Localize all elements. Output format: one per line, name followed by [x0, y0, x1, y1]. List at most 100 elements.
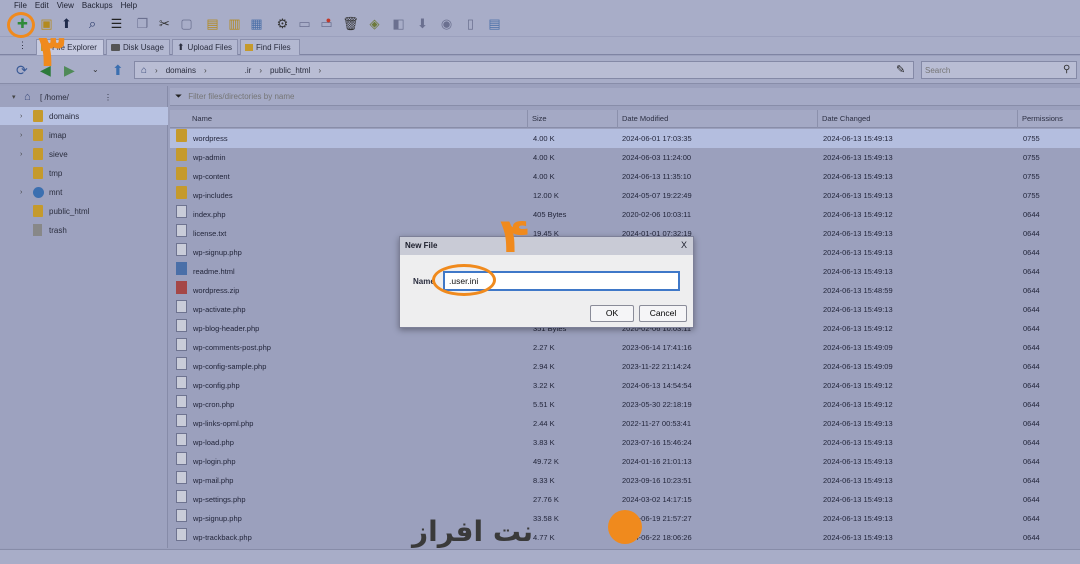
menu-bar: File Edit View Backups Help — [0, 0, 1080, 12]
table-row[interactable]: wp-content 4.00 K 2024-06-13 11:35:10 2024-… — [170, 167, 1080, 186]
menu-edit[interactable]: Edit — [35, 0, 49, 12]
move-icon[interactable]: ▤ — [204, 15, 221, 32]
menu-help[interactable]: Help — [121, 0, 137, 12]
table-row[interactable]: wordpress 4.00 K 2024-06-01 17:03:35 2024-0… — [170, 129, 1080, 148]
logo-planet-icon — [608, 510, 642, 544]
tree-item-imap[interactable]: › imap — [0, 126, 168, 144]
file-date-changed: 2024-06-13 15:49:13 — [823, 153, 893, 162]
tree-item-trash[interactable]: trash — [0, 221, 168, 239]
download-icon[interactable]: ⬇ — [414, 15, 431, 32]
file-name: wp-admin — [193, 153, 226, 162]
view-file-icon[interactable]: ◉ — [438, 15, 455, 32]
file-date-modified: 2024-06-13 11:35:10 — [622, 172, 692, 181]
search-icon[interactable]: ⚲ — [1063, 64, 1070, 75]
file-date-modified: 2024-03-02 14:17:15 — [622, 495, 692, 504]
breadcrumb-segment[interactable]: public_html — [270, 66, 310, 75]
table-row[interactable]: wp-links-opml.php 2.44 K 2022-11-27 00:53:… — [170, 414, 1080, 433]
column-permissions[interactable]: Permissions — [1017, 110, 1063, 128]
table-row[interactable]: wp-comments-post.php 2.27 K 2023-06-14 17:… — [170, 338, 1080, 357]
filter-input[interactable] — [188, 92, 489, 101]
history-dropdown-icon[interactable]: ⌄ — [92, 62, 99, 78]
column-date-modified[interactable]: Date Modified — [617, 110, 668, 128]
tree-item-tmp[interactable]: tmp — [0, 164, 168, 182]
menu-backups[interactable]: Backups — [82, 0, 113, 12]
breadcrumb[interactable]: ⌂ › domains › .ir › public_html › — [134, 61, 914, 79]
permissions-icon[interactable]: ⚙ — [274, 15, 291, 32]
file-icon — [176, 528, 187, 541]
search-input[interactable] — [921, 61, 1077, 79]
trash-icon[interactable]: 🗑 — [342, 15, 359, 32]
ok-button[interactable]: OK — [590, 305, 634, 322]
extract-icon[interactable]: ◈ — [366, 15, 383, 32]
table-row[interactable]: wp-admin 4.00 K 2024-06-03 11:24:00 2024-06… — [170, 148, 1080, 167]
rename-icon[interactable]: ▦ — [248, 15, 265, 32]
expand-icon[interactable]: › — [20, 113, 22, 120]
file-size: 2.94 K — [533, 362, 555, 371]
breadcrumb-segment[interactable]: domains — [166, 66, 196, 75]
reload-list-icon[interactable]: ▤ — [486, 15, 503, 32]
file-permissions: 0644 — [1023, 495, 1040, 504]
view-icon[interactable]: ⌕ — [84, 15, 101, 32]
menu-view[interactable]: View — [57, 0, 74, 12]
tree-item-sieve[interactable]: › sieve — [0, 145, 168, 163]
filter-bar: ⏷ — [170, 88, 1080, 106]
table-row[interactable]: wp-config-sample.php 2.94 K 2023-11-22 21:… — [170, 357, 1080, 376]
tab-upload-files[interactable]: ⬆ Upload Files — [172, 39, 238, 55]
paste-icon[interactable]: ▢ — [178, 15, 195, 32]
select-all-icon[interactable]: ☰ — [108, 15, 125, 32]
copy-folder-icon[interactable]: ▥ — [226, 15, 243, 32]
file-icon — [176, 433, 187, 446]
table-row[interactable]: wp-login.php 49.72 K 2024-01-16 21:01:13 20… — [170, 452, 1080, 471]
home-icon: ⌂ — [24, 91, 31, 103]
column-date-changed[interactable]: Date Changed — [817, 110, 870, 128]
table-row[interactable]: wp-config.php 3.22 K 2024-06-13 14:54:54 20… — [170, 376, 1080, 395]
table-row[interactable]: wp-cron.php 5.51 K 2023-05-30 22:18:19 2024… — [170, 395, 1080, 414]
tree-item-public-html[interactable]: public_html — [0, 202, 168, 220]
tab-bar: ⋮ File Explorer Disk Usage ⬆ Upload File… — [0, 37, 1080, 55]
restore-icon[interactable]: ▯ — [462, 15, 479, 32]
table-row[interactable]: wp-settings.php 27.76 K 2024-03-02 14:17:1… — [170, 490, 1080, 509]
folder-icon — [33, 129, 43, 141]
tree-item-label: tmp — [49, 168, 63, 178]
table-row[interactable]: wp-load.php 3.83 K 2023-07-16 15:46:24 2024… — [170, 433, 1080, 452]
more-icon[interactable]: ⋮ — [104, 93, 112, 102]
up-folder-icon[interactable]: ⬆ — [112, 62, 124, 78]
file-date-changed: 2024-06-13 15:49:12 — [823, 381, 893, 390]
column-size[interactable]: Size — [527, 110, 547, 128]
cut-icon[interactable]: ✂ — [156, 15, 173, 32]
refresh-icon[interactable]: ⟳ — [16, 62, 28, 78]
folder-icon — [176, 167, 187, 180]
breadcrumb-segment[interactable]: .ir — [245, 66, 252, 75]
expand-icon[interactable]: › — [20, 151, 22, 158]
tree-root[interactable]: ▾ ⌂ [ /home/ ⋮ — [0, 88, 168, 106]
file-date-modified: 2024-06-13 14:54:54 — [622, 381, 692, 390]
table-row[interactable]: wp-mail.php 8.33 K 2023-09-16 10:23:51 2024… — [170, 471, 1080, 490]
edit-path-icon[interactable]: ✎ — [896, 63, 905, 76]
expand-icon[interactable]: › — [20, 132, 22, 139]
globe-icon — [33, 186, 44, 198]
file-size: 8.33 K — [533, 476, 555, 485]
tree-item-mnt[interactable]: › mnt — [0, 183, 168, 201]
cancel-button[interactable]: Cancel — [639, 305, 687, 322]
column-name[interactable]: Name — [188, 110, 212, 128]
more-options-icon[interactable]: ⋮ — [18, 40, 27, 51]
folder-icon — [33, 205, 43, 217]
compress-icon[interactable]: ◧ — [390, 15, 407, 32]
file-size: 27.76 K — [533, 495, 559, 504]
close-icon[interactable]: X — [681, 240, 687, 250]
table-row[interactable]: index.php 405 Bytes 2020-02-06 10:03:11 202… — [170, 205, 1080, 224]
table-row[interactable]: wp-includes 12.00 K 2024-05-07 19:22:49 202… — [170, 186, 1080, 205]
menu-file[interactable]: File — [14, 0, 27, 12]
logo-text: نت افراز — [412, 515, 533, 548]
file-date-modified: 2024-05-07 19:22:49 — [622, 191, 692, 200]
tab-disk-usage[interactable]: Disk Usage — [106, 39, 170, 55]
file-permissions: 0644 — [1023, 400, 1040, 409]
file-permissions: 0644 — [1023, 514, 1040, 523]
expand-icon[interactable]: › — [20, 189, 22, 196]
collapse-icon[interactable]: ▾ — [12, 93, 16, 101]
copy-icon[interactable]: ❐ — [134, 15, 151, 32]
forward-icon[interactable]: ▶ — [64, 62, 75, 78]
tree-item-domains[interactable]: › domains — [0, 107, 168, 125]
edit-icon[interactable]: ▭ — [296, 15, 313, 32]
tab-find-files[interactable]: Find Files — [240, 39, 300, 55]
